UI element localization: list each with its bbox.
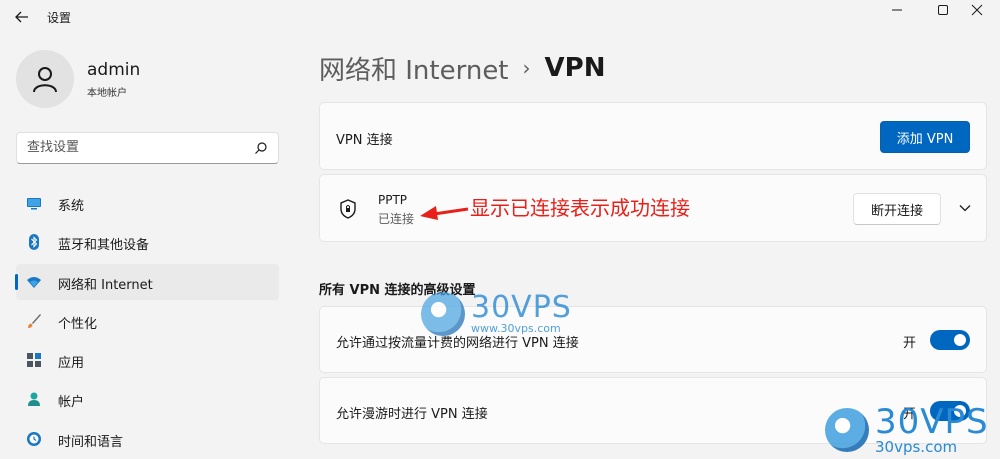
sidebar-item-accounts[interactable]: 帐户 (16, 381, 279, 417)
annotation-text: 显示已连接表示成功连接 (470, 196, 690, 220)
search-icon[interactable] (254, 141, 268, 155)
vpn-connections-card: VPN 连接 添加 VPN (319, 102, 987, 170)
watermark-logo-icon (421, 292, 465, 336)
person-icon (28, 392, 40, 407)
metered-network-toggle[interactable] (930, 330, 970, 350)
sidebar-item-label: 个性化 (58, 316, 98, 332)
title-bar: 设置 (0, 0, 1000, 36)
globe-clock-icon (27, 431, 41, 446)
shield-icon (340, 199, 356, 219)
wifi-icon (27, 276, 41, 288)
sidebar-nav: 系统 蓝牙和其他设备 网络和 Internet 个性化 应用 帐户 时间和语言 (15, 185, 279, 459)
sidebar-item-label: 应用 (58, 356, 85, 372)
back-button[interactable] (10, 6, 34, 28)
sidebar-item-apps[interactable]: 应用 (16, 342, 279, 378)
watermark-brand: 30VPS (471, 290, 572, 325)
monitor-icon (27, 198, 41, 210)
toggle-state-label: 开 (902, 336, 916, 351)
sidebar-item-time-language[interactable]: 时间和语言 (16, 421, 279, 457)
avatar (16, 50, 74, 108)
search-box[interactable] (16, 132, 279, 164)
page-title: VPN (544, 53, 606, 83)
bluetooth-icon (29, 234, 39, 251)
annotation-arrow-icon (420, 206, 469, 220)
connection-status: 已连接 (378, 212, 415, 226)
watermark: 30VPS 30vps.com (825, 405, 989, 455)
brush-icon (28, 313, 41, 328)
close-button[interactable] (954, 0, 1000, 20)
sidebar-item-label: 帐户 (58, 395, 85, 411)
watermark-logo-icon (825, 408, 869, 452)
minimize-icon (892, 9, 902, 11)
active-indicator (15, 273, 18, 290)
sidebar-item-network[interactable]: 网络和 Internet (15, 263, 279, 300)
app-title: 设置 (47, 11, 72, 25)
toggle-knob (954, 334, 966, 346)
sidebar-item-label: 蓝牙和其他设备 (58, 238, 150, 254)
sidebar-item-label: 网络和 Internet (58, 277, 153, 293)
sidebar-item-bluetooth[interactable]: 蓝牙和其他设备 (16, 224, 279, 260)
chevron-down-icon[interactable] (958, 201, 972, 215)
add-vpn-button[interactable]: 添加 VPN (880, 121, 970, 153)
apps-icon (27, 353, 41, 368)
user-profile[interactable]: admin 本地帐户 (16, 50, 286, 108)
sidebar-item-system[interactable]: 系统 (16, 185, 279, 221)
maximize-icon (938, 5, 948, 15)
minimize-button[interactable] (874, 0, 920, 20)
user-avatar-icon (33, 67, 57, 93)
vpn-connections-label: VPN 连接 (336, 133, 393, 148)
breadcrumb: 网络和 Internet › VPN (319, 50, 605, 86)
sidebar-item-label: 时间和语言 (58, 434, 124, 450)
watermark: 30VPS www.30vps.com (421, 292, 572, 336)
breadcrumb-parent[interactable]: 网络和 Internet (319, 50, 509, 87)
user-name: admin (87, 60, 141, 80)
watermark-url: www.30vps.com (471, 322, 561, 335)
account-type: 本地帐户 (87, 88, 127, 99)
connection-name: PPTP (378, 193, 408, 207)
sidebar-item-label: 系统 (58, 199, 85, 214)
back-arrow-icon (15, 11, 28, 23)
setting-metered-network: 允许通过按流量计费的网络进行 VPN 连接 开 (319, 306, 987, 373)
setting-label: 允许漫游时进行 VPN 连接 (336, 407, 488, 422)
search-input[interactable] (27, 140, 247, 155)
sidebar-item-personalization[interactable]: 个性化 (16, 303, 279, 339)
breadcrumb-separator: › (522, 56, 531, 80)
close-icon (971, 4, 983, 16)
disconnect-button[interactable]: 断开连接 (853, 193, 941, 225)
watermark-brand: 30VPS (875, 402, 989, 442)
